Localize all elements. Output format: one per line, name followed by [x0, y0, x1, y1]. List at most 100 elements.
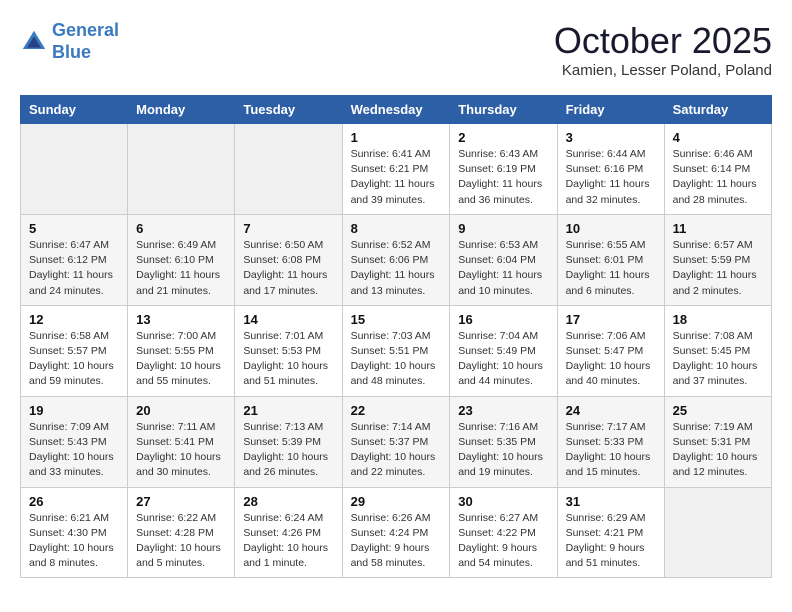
calendar-cell: 11Sunrise: 6:57 AM Sunset: 5:59 PM Dayli… [664, 214, 771, 305]
calendar-cell: 3 Sunrise: 6:44 AM Sunset: 6:16 PM Daylig… [557, 124, 664, 215]
day-number: 13 [136, 312, 226, 327]
calendar-cell: 16 Sunrise: 7:04 AM Sunset: 5:49 PM Dayli… [450, 305, 557, 396]
day-number: 27 [136, 494, 226, 509]
day-info: Sunrise: 7:06 AM Sunset: 5:47 PM Dayligh… [566, 329, 656, 390]
weekday-header-row: SundayMondayTuesdayWednesdayThursdayFrid… [21, 96, 772, 124]
calendar-cell: 25Sunrise: 7:19 AM Sunset: 5:31 PM Dayli… [664, 396, 771, 487]
day-number: 9 [458, 221, 548, 236]
calendar-cell: 28 Sunrise: 6:24 AM Sunset: 4:26 PM Dayli… [235, 487, 342, 578]
day-info: Sunrise: 7:03 AM Sunset: 5:51 PM Dayligh… [351, 329, 442, 390]
day-info: Sunrise: 7:19 AM Sunset: 5:31 PM Dayligh… [673, 420, 763, 481]
day-info: Sunrise: 6:46 AM Sunset: 6:14 PM Dayligh… [673, 147, 763, 208]
calendar-cell: 21 Sunrise: 7:13 AM Sunset: 5:39 PM Dayli… [235, 396, 342, 487]
location-subtitle: Kamien, Lesser Poland, Poland [554, 62, 772, 79]
day-info: Sunrise: 7:00 AM Sunset: 5:55 PM Dayligh… [136, 329, 226, 390]
day-number: 22 [351, 403, 442, 418]
calendar-cell: 7 Sunrise: 6:50 AM Sunset: 6:08 PM Daylig… [235, 214, 342, 305]
month-title: October 2025 [554, 20, 772, 62]
day-number: 1 [351, 130, 442, 145]
day-info: Sunrise: 6:53 AM Sunset: 6:04 PM Dayligh… [458, 238, 548, 299]
day-info: Sunrise: 6:22 AM Sunset: 4:28 PM Dayligh… [136, 511, 226, 572]
calendar-cell: 27 Sunrise: 6:22 AM Sunset: 4:28 PM Dayli… [128, 487, 235, 578]
logo-line1: General [52, 20, 119, 40]
day-info: Sunrise: 6:29 AM Sunset: 4:21 PM Dayligh… [566, 511, 656, 572]
weekday-header: Wednesday [342, 96, 450, 124]
day-number: 12 [29, 312, 119, 327]
calendar-cell [128, 124, 235, 215]
weekday-header: Monday [128, 96, 235, 124]
day-info: Sunrise: 6:58 AM Sunset: 5:57 PM Dayligh… [29, 329, 119, 390]
day-info: Sunrise: 6:49 AM Sunset: 6:10 PM Dayligh… [136, 238, 226, 299]
day-number: 3 [566, 130, 656, 145]
calendar-cell: 12 Sunrise: 6:58 AM Sunset: 5:57 PM Dayli… [21, 305, 128, 396]
page-header: General Blue October 2025 Kamien, Lesser… [20, 20, 772, 79]
day-info: Sunrise: 7:04 AM Sunset: 5:49 PM Dayligh… [458, 329, 548, 390]
calendar-cell: 15 Sunrise: 7:03 AM Sunset: 5:51 PM Dayli… [342, 305, 450, 396]
day-number: 14 [243, 312, 333, 327]
day-info: Sunrise: 7:16 AM Sunset: 5:35 PM Dayligh… [458, 420, 548, 481]
calendar-cell: 1Sunrise: 6:41 AM Sunset: 6:21 PM Daylig… [342, 124, 450, 215]
day-number: 20 [136, 403, 226, 418]
calendar-cell: 5 Sunrise: 6:47 AM Sunset: 6:12 PM Daylig… [21, 214, 128, 305]
calendar-cell: 19 Sunrise: 7:09 AM Sunset: 5:43 PM Dayli… [21, 396, 128, 487]
day-number: 5 [29, 221, 119, 236]
logo-icon [20, 28, 48, 56]
day-info: Sunrise: 6:26 AM Sunset: 4:24 PM Dayligh… [351, 511, 442, 572]
day-info: Sunrise: 6:50 AM Sunset: 6:08 PM Dayligh… [243, 238, 333, 299]
day-info: Sunrise: 7:08 AM Sunset: 5:45 PM Dayligh… [673, 329, 763, 390]
calendar-table: SundayMondayTuesdayWednesdayThursdayFrid… [20, 95, 772, 578]
day-info: Sunrise: 6:52 AM Sunset: 6:06 PM Dayligh… [351, 238, 442, 299]
day-number: 31 [566, 494, 656, 509]
calendar-cell: 8 Sunrise: 6:52 AM Sunset: 6:06 PM Daylig… [342, 214, 450, 305]
weekday-header: Tuesday [235, 96, 342, 124]
calendar-week-row: 1Sunrise: 6:41 AM Sunset: 6:21 PM Daylig… [21, 124, 772, 215]
day-number: 17 [566, 312, 656, 327]
day-number: 6 [136, 221, 226, 236]
calendar-cell: 14 Sunrise: 7:01 AM Sunset: 5:53 PM Dayli… [235, 305, 342, 396]
day-number: 4 [673, 130, 763, 145]
day-info: Sunrise: 6:47 AM Sunset: 6:12 PM Dayligh… [29, 238, 119, 299]
calendar-cell: 22 Sunrise: 7:14 AM Sunset: 5:37 PM Dayli… [342, 396, 450, 487]
calendar-cell: 13 Sunrise: 7:00 AM Sunset: 5:55 PM Dayli… [128, 305, 235, 396]
day-number: 8 [351, 221, 442, 236]
day-number: 21 [243, 403, 333, 418]
day-number: 16 [458, 312, 548, 327]
day-number: 29 [351, 494, 442, 509]
day-number: 10 [566, 221, 656, 236]
day-info: Sunrise: 6:44 AM Sunset: 6:16 PM Dayligh… [566, 147, 656, 208]
calendar-cell: 30 Sunrise: 6:27 AM Sunset: 4:22 PM Dayli… [450, 487, 557, 578]
day-info: Sunrise: 6:24 AM Sunset: 4:26 PM Dayligh… [243, 511, 333, 572]
day-info: Sunrise: 6:43 AM Sunset: 6:19 PM Dayligh… [458, 147, 548, 208]
calendar-cell: 24Sunrise: 7:17 AM Sunset: 5:33 PM Dayli… [557, 396, 664, 487]
day-number: 15 [351, 312, 442, 327]
day-number: 23 [458, 403, 548, 418]
weekday-header: Friday [557, 96, 664, 124]
calendar-cell: 2 Sunrise: 6:43 AM Sunset: 6:19 PM Daylig… [450, 124, 557, 215]
calendar-week-row: 19 Sunrise: 7:09 AM Sunset: 5:43 PM Dayli… [21, 396, 772, 487]
logo-line2: Blue [52, 42, 91, 62]
day-number: 2 [458, 130, 548, 145]
logo: General Blue [20, 20, 119, 63]
calendar-cell: 17 Sunrise: 7:06 AM Sunset: 5:47 PM Dayli… [557, 305, 664, 396]
day-number: 7 [243, 221, 333, 236]
calendar-cell: 10Sunrise: 6:55 AM Sunset: 6:01 PM Dayli… [557, 214, 664, 305]
calendar-week-row: 12 Sunrise: 6:58 AM Sunset: 5:57 PM Dayli… [21, 305, 772, 396]
calendar-cell: 9 Sunrise: 6:53 AM Sunset: 6:04 PM Daylig… [450, 214, 557, 305]
day-info: Sunrise: 7:09 AM Sunset: 5:43 PM Dayligh… [29, 420, 119, 481]
title-block: October 2025 Kamien, Lesser Poland, Pola… [554, 20, 772, 79]
weekday-header: Sunday [21, 96, 128, 124]
day-info: Sunrise: 7:11 AM Sunset: 5:41 PM Dayligh… [136, 420, 226, 481]
day-info: Sunrise: 6:27 AM Sunset: 4:22 PM Dayligh… [458, 511, 548, 572]
day-info: Sunrise: 7:13 AM Sunset: 5:39 PM Dayligh… [243, 420, 333, 481]
day-number: 30 [458, 494, 548, 509]
day-info: Sunrise: 7:01 AM Sunset: 5:53 PM Dayligh… [243, 329, 333, 390]
calendar-cell: 6 Sunrise: 6:49 AM Sunset: 6:10 PM Daylig… [128, 214, 235, 305]
day-number: 19 [29, 403, 119, 418]
day-number: 28 [243, 494, 333, 509]
weekday-header: Saturday [664, 96, 771, 124]
calendar-cell [235, 124, 342, 215]
day-info: Sunrise: 7:14 AM Sunset: 5:37 PM Dayligh… [351, 420, 442, 481]
day-info: Sunrise: 6:21 AM Sunset: 4:30 PM Dayligh… [29, 511, 119, 572]
calendar-cell: 4 Sunrise: 6:46 AM Sunset: 6:14 PM Daylig… [664, 124, 771, 215]
calendar-cell [21, 124, 128, 215]
